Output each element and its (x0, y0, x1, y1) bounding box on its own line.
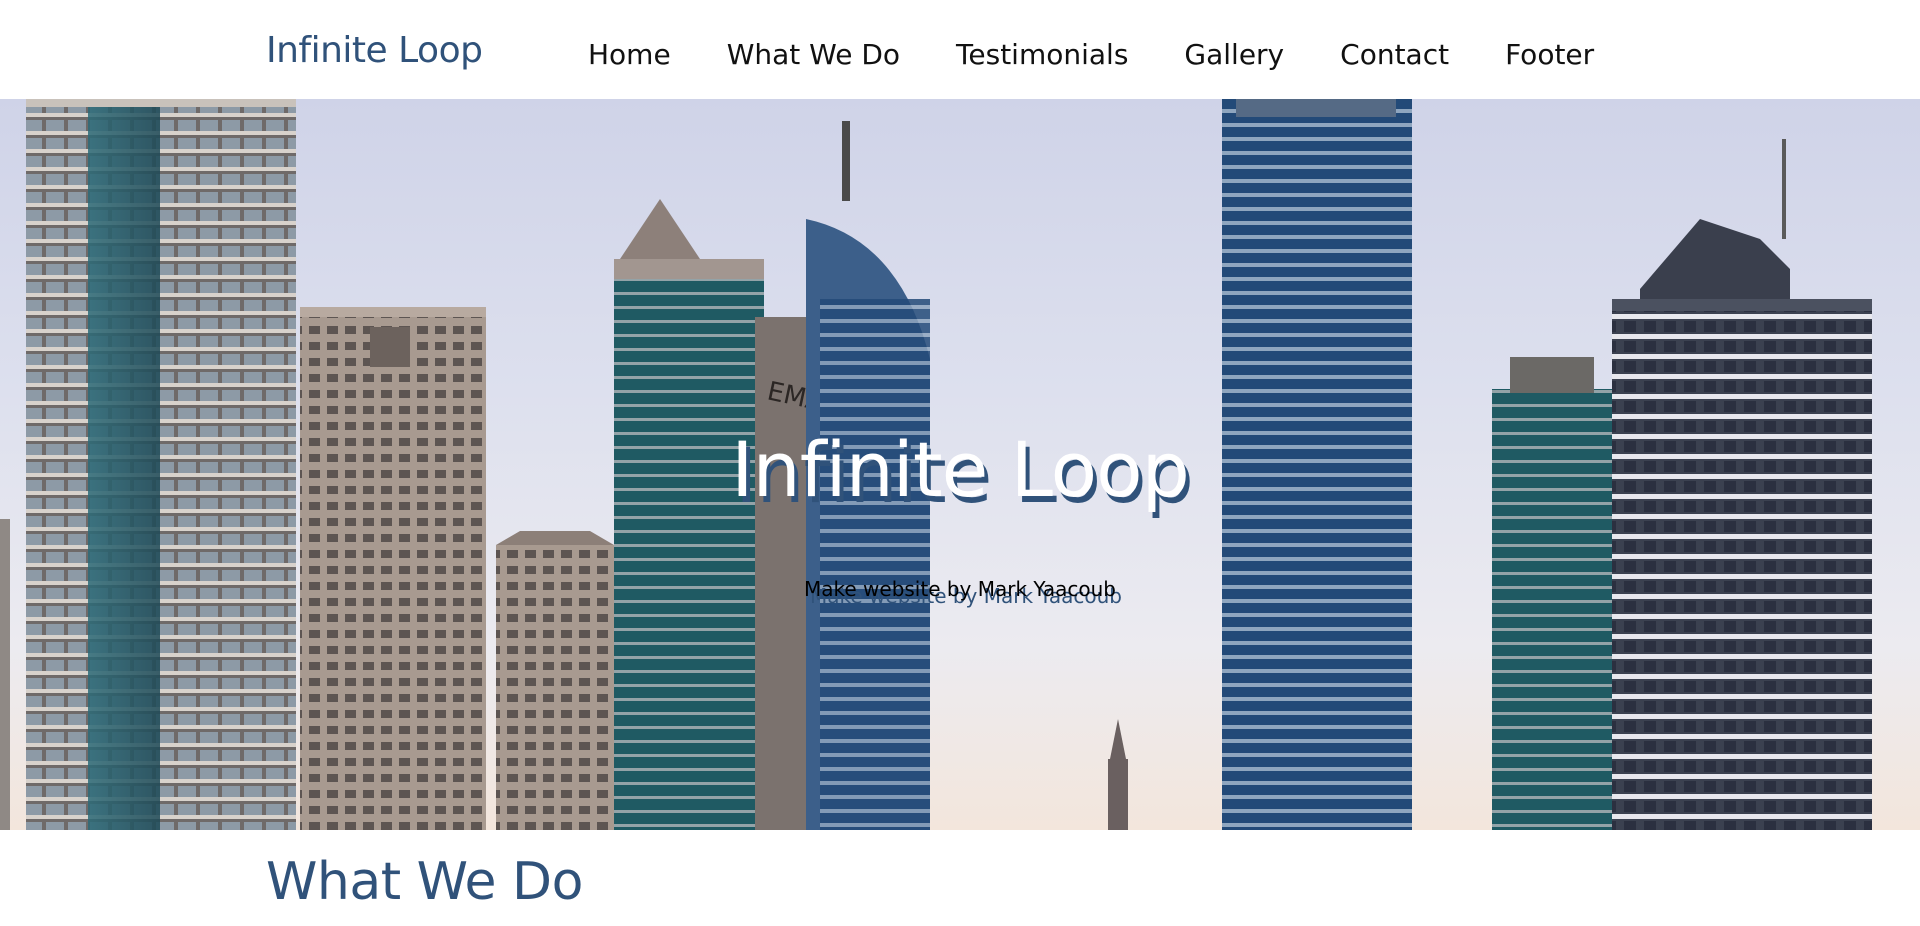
brand-logo-link[interactable]: Infinite Loop (266, 30, 483, 71)
hero-subtitle: Make website by Mark Yaacoub (803, 577, 1117, 601)
nav-footer-link[interactable]: Footer (1505, 38, 1594, 71)
nav-home-link[interactable]: Home (588, 38, 671, 71)
nav-what-we-do-link[interactable]: What We Do (727, 38, 900, 71)
nav-contact-link[interactable]: Contact (1340, 38, 1449, 71)
nav-gallery-link[interactable]: Gallery (1184, 38, 1284, 71)
top-navbar: Infinite Loop Home What We Do Testimonia… (0, 0, 1920, 99)
hero-title: Infinite Loop (731, 425, 1190, 514)
nav-testimonials-link[interactable]: Testimonials (956, 38, 1128, 71)
main-nav: Home What We Do Testimonials Gallery Con… (588, 38, 1650, 71)
hero-section: EMAAR Infinite Loop Make website by Mark… (0, 99, 1920, 830)
section-what-we-do-title: What We Do (266, 852, 583, 912)
